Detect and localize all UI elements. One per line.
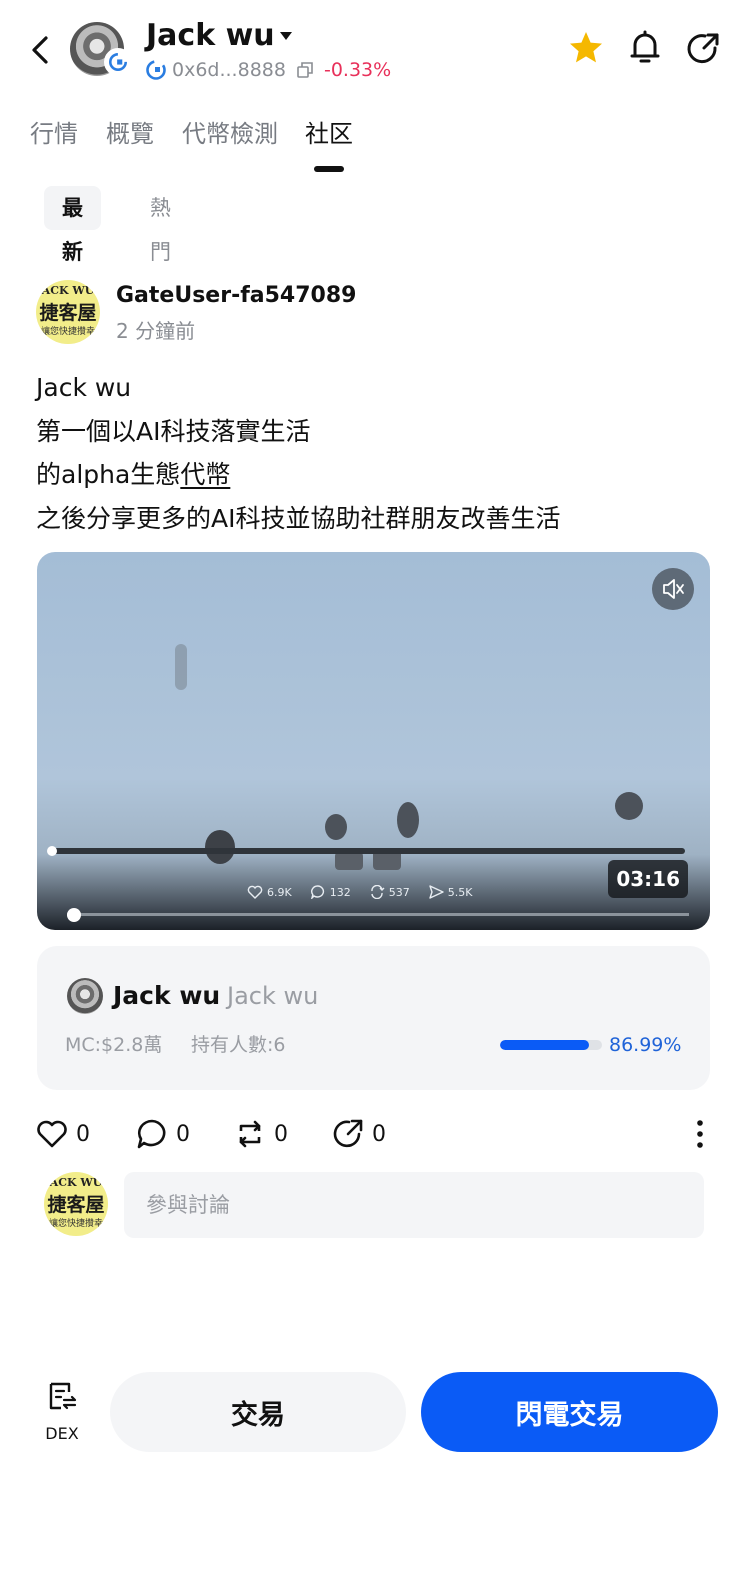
caret-down-icon[interactable]	[278, 30, 294, 42]
share-button[interactable]: 0	[332, 1114, 386, 1154]
video-scrubber[interactable]	[67, 913, 689, 916]
token-name[interactable]: Jack wu	[146, 16, 275, 56]
back-arrow-icon[interactable]	[26, 30, 58, 70]
video-stat-value: 6.9K	[267, 885, 292, 899]
dex-button[interactable]: DEX	[36, 1378, 88, 1448]
video-stat-likes: 6.9K	[247, 885, 292, 899]
token-card-avatar	[67, 978, 103, 1014]
chain-badge-icon	[104, 48, 132, 76]
video-progress-track[interactable]	[49, 848, 685, 854]
more-vertical-icon[interactable]	[688, 1118, 712, 1150]
tab-token-check[interactable]: 代幣檢測	[182, 114, 278, 154]
repost-button[interactable]: 0	[234, 1114, 288, 1154]
video-figure	[205, 830, 235, 864]
token-card[interactable]: Jack wu Jack wu MC:$2.8萬 持有人數:6 86.99%	[37, 946, 710, 1090]
tab-community[interactable]: 社区	[305, 114, 353, 154]
header: Jack wu 0x6d...8888 -0.33%	[0, 0, 750, 100]
video-scrubber-handle[interactable]	[67, 908, 81, 922]
comment-input[interactable]	[124, 1172, 704, 1238]
tab-active-indicator	[314, 166, 344, 172]
video-overlay-stats: 6.9K 132 537 5.5K	[247, 882, 490, 902]
avatar-logo-text: ACK WU	[49, 1176, 103, 1189]
bonding-progress-bar	[500, 1040, 602, 1050]
repost-icon	[239, 1120, 261, 1148]
tab-market[interactable]: 行情	[30, 114, 78, 154]
trade-button[interactable]: 交易	[110, 1372, 406, 1452]
video-stat-shares: 5.5K	[428, 885, 473, 899]
tab-overview[interactable]: 概覽	[106, 114, 154, 154]
avatar-logo-text: 捷客屋	[39, 302, 97, 324]
bottom-action-bar: DEX 交易 閃電交易	[0, 1360, 750, 1470]
repost-count: 0	[274, 1121, 288, 1147]
flash-trade-button[interactable]: 閃電交易	[421, 1372, 718, 1452]
post-text-span: 的alpha生態	[36, 460, 181, 489]
heart-icon	[37, 1120, 67, 1148]
avatar-logo-text: 讓您快捷攢幸	[48, 1219, 103, 1229]
send-icon	[429, 885, 444, 899]
token-card-symbol: Jack wu	[227, 982, 319, 1010]
repost-icon	[371, 885, 385, 899]
video-figure	[175, 644, 187, 690]
video-stat-value: 5.5K	[447, 885, 473, 899]
post-body: Jack wu 第一個以AI科技落實生活 的alpha生態代幣 之後分享更多的A…	[36, 366, 716, 540]
video-stat-value: 537	[388, 885, 410, 899]
share-icon[interactable]	[686, 32, 720, 66]
like-count: 0	[76, 1121, 90, 1147]
video-stat-value: 132	[329, 885, 351, 899]
bonding-progress-percent: 86.99%	[609, 1034, 682, 1056]
avatar-logo-text: 捷客屋	[47, 1194, 105, 1216]
comment-button[interactable]: 0	[136, 1114, 190, 1154]
post-author-avatar[interactable]: ACK WU 捷客屋 讓您快捷攢幸	[36, 280, 100, 344]
chain-logo-icon	[146, 60, 166, 80]
subtab-latest[interactable]: 最新	[44, 186, 101, 264]
heart-icon	[247, 885, 263, 899]
bonding-progress-fill	[500, 1040, 589, 1050]
comment-icon	[310, 885, 324, 899]
post-line: Jack wu	[36, 373, 132, 402]
bell-icon[interactable]	[628, 30, 662, 66]
video-figure	[335, 852, 363, 870]
contract-address: 0x6d...8888	[172, 59, 286, 81]
like-button[interactable]: 0	[36, 1114, 90, 1154]
dex-icon	[49, 1382, 77, 1410]
share-count: 0	[372, 1121, 386, 1147]
token-holders: 持有人數:6	[191, 1034, 286, 1056]
video-stat-comments: 132	[310, 885, 351, 899]
post-timestamp: 2 分鐘前	[116, 319, 196, 343]
post-actions: 0 0 0 0	[36, 1114, 716, 1154]
avatar-logo-text: ACK WU	[41, 284, 95, 297]
subtab-hot[interactable]: 熱門	[132, 186, 189, 264]
address-row: 0x6d...8888 -0.33%	[146, 56, 391, 84]
token-market-cap: MC:$2.8萬	[65, 1034, 163, 1056]
share-icon	[333, 1119, 363, 1148]
mute-icon[interactable]	[652, 568, 694, 610]
copy-icon[interactable]	[296, 61, 314, 79]
post-video[interactable]: 6.9K 132 537 5.5K 03:16	[37, 552, 710, 930]
post-author-name[interactable]: GateUser-fa547089	[116, 280, 356, 312]
post-line: 之後分享更多的AI科技並協助社群朋友改善生活	[36, 503, 561, 533]
avatar-logo-text: 讓您快捷攢幸	[40, 327, 95, 337]
current-user-avatar: ACK WU 捷客屋 讓您快捷攢幸	[44, 1172, 108, 1236]
post-line: 第一個以AI科技落實生活	[36, 416, 311, 446]
post-line: 的alpha生態代幣	[36, 453, 716, 497]
price-change: -0.33%	[323, 59, 392, 81]
token-card-name: Jack wu	[113, 981, 221, 1010]
token-link[interactable]: 代幣	[180, 460, 230, 489]
comment-icon	[137, 1119, 166, 1149]
video-stat-reposts: 537	[369, 885, 410, 899]
star-favorite-icon[interactable]	[568, 30, 604, 66]
video-duration: 03:16	[608, 860, 688, 898]
video-figure	[397, 802, 419, 838]
comment-count: 0	[176, 1121, 190, 1147]
dex-label: DEX	[45, 1424, 79, 1443]
video-figure	[325, 814, 347, 840]
video-figure	[615, 792, 643, 820]
video-progress-handle[interactable]	[47, 846, 57, 856]
